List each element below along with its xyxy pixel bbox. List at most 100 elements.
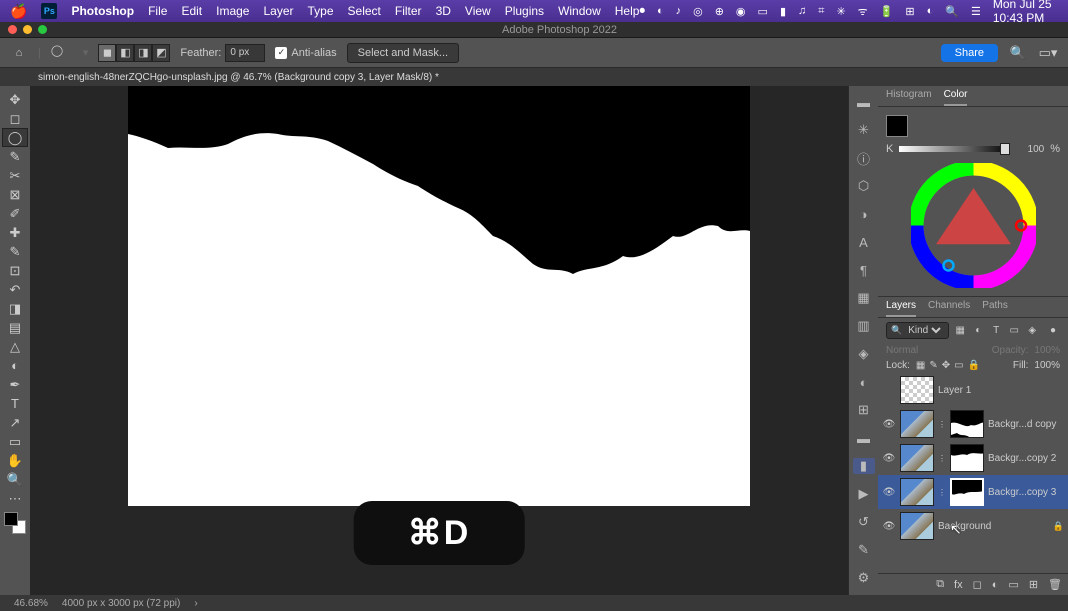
dock-icon[interactable]: ◐ <box>853 374 875 390</box>
visibility-icon[interactable]: 👁 <box>882 453 896 464</box>
control-center-icon[interactable]: ☰ <box>971 5 981 18</box>
dock-icon[interactable]: ▶ <box>853 486 875 502</box>
layer-row[interactable]: 👁 ⋮ Backgr...d copy <box>878 407 1068 441</box>
status-icon[interactable]: ♫ <box>798 5 806 17</box>
zoom-tool-icon[interactable]: 🔍 <box>2 470 28 489</box>
menubar-datetime[interactable]: Mon Jul 25 10:43 PM <box>993 0 1058 25</box>
dodge-tool-icon[interactable]: ◐ <box>2 356 28 375</box>
feather-input[interactable] <box>225 44 265 62</box>
dock-icon[interactable]: ◈ <box>853 346 875 362</box>
status-icon[interactable]: ▮ <box>780 5 786 18</box>
share-button[interactable]: Share <box>941 44 998 62</box>
frame-tool-icon[interactable]: ⊠ <box>2 185 28 204</box>
visibility-icon[interactable]: 👁 <box>882 487 896 498</box>
character-icon[interactable]: A <box>853 234 875 250</box>
zoom-level[interactable]: 46.68% <box>14 598 48 609</box>
filter-smart-icon[interactable]: ◈ <box>1025 324 1039 338</box>
layer-mask-thumbnail[interactable] <box>950 478 984 506</box>
app-name[interactable]: Photoshop <box>71 4 134 18</box>
layer-name[interactable]: Layer 1 <box>938 385 1064 396</box>
layer-fx-icon[interactable]: fx <box>954 579 963 591</box>
photoshop-app-icon[interactable]: Ps <box>41 3 57 19</box>
crop-tool-icon[interactable]: ✂ <box>2 166 28 185</box>
lock-position-icon[interactable]: ✥ <box>942 360 950 371</box>
layer-name[interactable]: Background <box>938 521 1049 532</box>
k-slider[interactable] <box>899 146 1010 152</box>
select-and-mask-button[interactable]: Select and Mask... <box>347 43 460 63</box>
dock-icon[interactable]: ⬡ <box>853 178 875 194</box>
layer-thumbnail[interactable] <box>900 444 934 472</box>
menu-edit[interactable]: Edit <box>181 4 202 18</box>
color-tab[interactable]: Color <box>944 89 968 106</box>
channels-tab[interactable]: Channels <box>928 300 970 317</box>
selection-add-icon[interactable]: ◧ <box>116 44 134 62</box>
home-icon[interactable]: ⌂ <box>10 44 28 62</box>
foreground-swatch[interactable] <box>886 115 908 137</box>
dock-icon[interactable]: ▥ <box>853 318 875 334</box>
layer-row[interactable]: 👁 ⋮ Backgr...copy 3 <box>878 475 1068 509</box>
shape-tool-icon[interactable]: ▭ <box>2 432 28 451</box>
fill-value[interactable]: 100% <box>1034 360 1060 371</box>
healing-tool-icon[interactable]: ✚ <box>2 223 28 242</box>
layer-thumbnail[interactable] <box>900 512 934 540</box>
status-icon[interactable]: ◐ <box>657 5 664 17</box>
layer-thumbnail[interactable] <box>900 478 934 506</box>
new-layer-icon[interactable]: ⊞ <box>1029 578 1038 591</box>
paragraph-icon[interactable]: ¶ <box>853 262 875 278</box>
brush-tool-icon[interactable]: ✎ <box>2 242 28 261</box>
visibility-icon[interactable]: 👁 <box>882 521 896 532</box>
selection-subtract-icon[interactable]: ◨ <box>134 44 152 62</box>
history-brush-tool-icon[interactable]: ↶ <box>2 280 28 299</box>
lasso-tool-icon[interactable]: ◯ <box>2 128 28 147</box>
menu-select[interactable]: Select <box>348 4 381 18</box>
menu-3d[interactable]: 3D <box>436 4 451 18</box>
lasso-tool-icon[interactable]: ◯ <box>51 44 73 62</box>
status-icon[interactable]: ♪ <box>676 5 682 17</box>
menu-view[interactable]: View <box>465 4 491 18</box>
group-icon[interactable]: ▭ <box>1008 578 1018 591</box>
menu-window[interactable]: Window <box>558 4 601 18</box>
path-tool-icon[interactable]: ↗ <box>2 413 28 432</box>
layer-filter-kind[interactable]: 🔍 Kind <box>886 322 949 339</box>
status-icon[interactable]: ▭ <box>758 5 768 18</box>
status-icon[interactable]: ⊕ <box>715 5 724 18</box>
status-icon[interactable]: ✳ <box>836 5 845 18</box>
filter-toggle-icon[interactable]: ● <box>1046 324 1060 338</box>
battery-icon[interactable]: 🔋 <box>880 5 894 18</box>
stamp-tool-icon[interactable]: ⊡ <box>2 261 28 280</box>
layer-name[interactable]: Backgr...copy 2 <box>988 453 1064 464</box>
link-icon[interactable]: ⋮ <box>938 454 946 463</box>
layer-mask-thumbnail[interactable] <box>950 444 984 472</box>
move-tool-icon[interactable]: ✥ <box>2 90 28 109</box>
selection-new-icon[interactable]: ◼ <box>98 44 116 62</box>
selection-tool-icon[interactable]: ✎ <box>2 147 28 166</box>
workspace-icon[interactable]: ▭▾ <box>1038 43 1058 63</box>
pen-tool-icon[interactable]: ✒ <box>2 375 28 394</box>
status-icon[interactable]: ◎ <box>693 5 703 18</box>
minimize-window-icon[interactable] <box>23 25 32 34</box>
menu-type[interactable]: Type <box>308 4 334 18</box>
layer-name[interactable]: Backgr...d copy <box>988 419 1064 430</box>
dock-icon[interactable]: ▬ <box>853 94 875 110</box>
canvas[interactable] <box>128 86 750 506</box>
color-wheel[interactable] <box>911 163 1036 288</box>
paths-tab[interactable]: Paths <box>982 300 1008 317</box>
blur-tool-icon[interactable]: △ <box>2 337 28 356</box>
dock-icon[interactable]: ▬ <box>853 430 875 446</box>
opacity-value[interactable]: 100% <box>1034 345 1060 356</box>
eyedropper-tool-icon[interactable]: ✐ <box>2 204 28 223</box>
dock-icon[interactable]: ⓘ <box>853 150 875 166</box>
adjustment-layer-icon[interactable]: ◐ <box>992 579 999 591</box>
link-icon[interactable]: ⋮ <box>938 420 946 429</box>
k-value[interactable]: 100 <box>1016 144 1044 155</box>
search-icon[interactable]: 🔍 <box>945 5 959 18</box>
maximize-window-icon[interactable] <box>38 25 47 34</box>
menu-image[interactable]: Image <box>216 4 249 18</box>
filter-adjust-icon[interactable]: ◐ <box>971 324 985 338</box>
lock-all-icon[interactable]: 🔒 <box>968 360 980 371</box>
link-layers-icon[interactable]: ⧉ <box>936 578 944 591</box>
dock-icon[interactable]: ▮ <box>853 458 875 474</box>
layers-tab[interactable]: Layers <box>886 300 916 317</box>
hand-tool-icon[interactable]: ✋ <box>2 451 28 470</box>
visibility-icon[interactable]: 👁 <box>882 419 896 430</box>
